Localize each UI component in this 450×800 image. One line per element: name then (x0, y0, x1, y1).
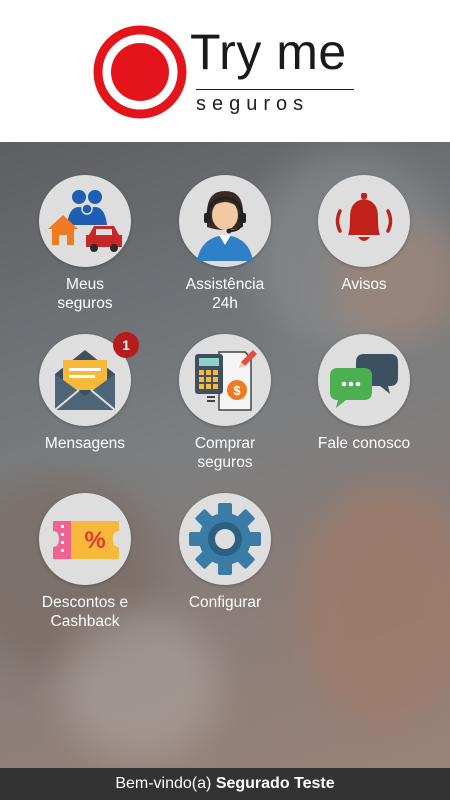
background-photo: Meus seguros Assistência 24h Avisos 1 Me… (0, 142, 450, 768)
brand-subtitle: seguros (196, 93, 310, 115)
calculator-document-icon: $ (179, 334, 271, 426)
welcome-bar: Bem-vindo(a) Segurado Teste (0, 768, 450, 800)
chat-bubbles-icon (318, 334, 410, 426)
user-name: Segurado Teste (215, 775, 335, 792)
logo-ring-icon (93, 25, 187, 119)
welcome-greeting: Bem-vindo(a) (115, 775, 212, 792)
menu-label: Assistência 24h (185, 276, 265, 312)
menu-item-meus-seguros[interactable]: Meus seguros (20, 175, 150, 313)
brand-title: Try me (190, 24, 347, 80)
menu-label: Meus seguros (57, 276, 113, 312)
gear-icon (179, 493, 271, 585)
family-house-car-icon (39, 175, 131, 267)
menu-label: Avisos (341, 276, 387, 293)
bell-icon (318, 175, 410, 267)
menu-item-mensagens[interactable]: 1 Mensagens (20, 332, 150, 453)
discount-ticket-icon: % (39, 493, 131, 585)
brand-divider (196, 89, 354, 90)
menu-label: Descontos e Cashback (41, 594, 129, 630)
menu-label: Fale conosco (317, 435, 411, 452)
menu-label: Mensagens (44, 435, 126, 452)
unread-badge: 1 (113, 332, 139, 358)
menu-item-assistencia-24h[interactable]: Assistência 24h (160, 175, 290, 313)
menu-item-fale-conosco[interactable]: Fale conosco (299, 334, 429, 453)
app-header: Try me seguros (0, 0, 450, 142)
menu-label: Comprar seguros (194, 435, 256, 471)
menu-item-descontos-cashback[interactable]: % Descontos e Cashback (20, 493, 150, 631)
envelope-icon: 1 (39, 332, 139, 426)
menu-item-configurar[interactable]: Configurar (160, 493, 290, 612)
svg-text:$: $ (233, 383, 241, 398)
svg-text:%: % (84, 527, 105, 554)
menu-item-comprar-seguros[interactable]: $ Comprar seguros (160, 334, 290, 472)
support-agent-icon (179, 175, 271, 267)
menu-label: Configurar (188, 594, 262, 611)
menu-item-avisos[interactable]: Avisos (299, 175, 429, 294)
